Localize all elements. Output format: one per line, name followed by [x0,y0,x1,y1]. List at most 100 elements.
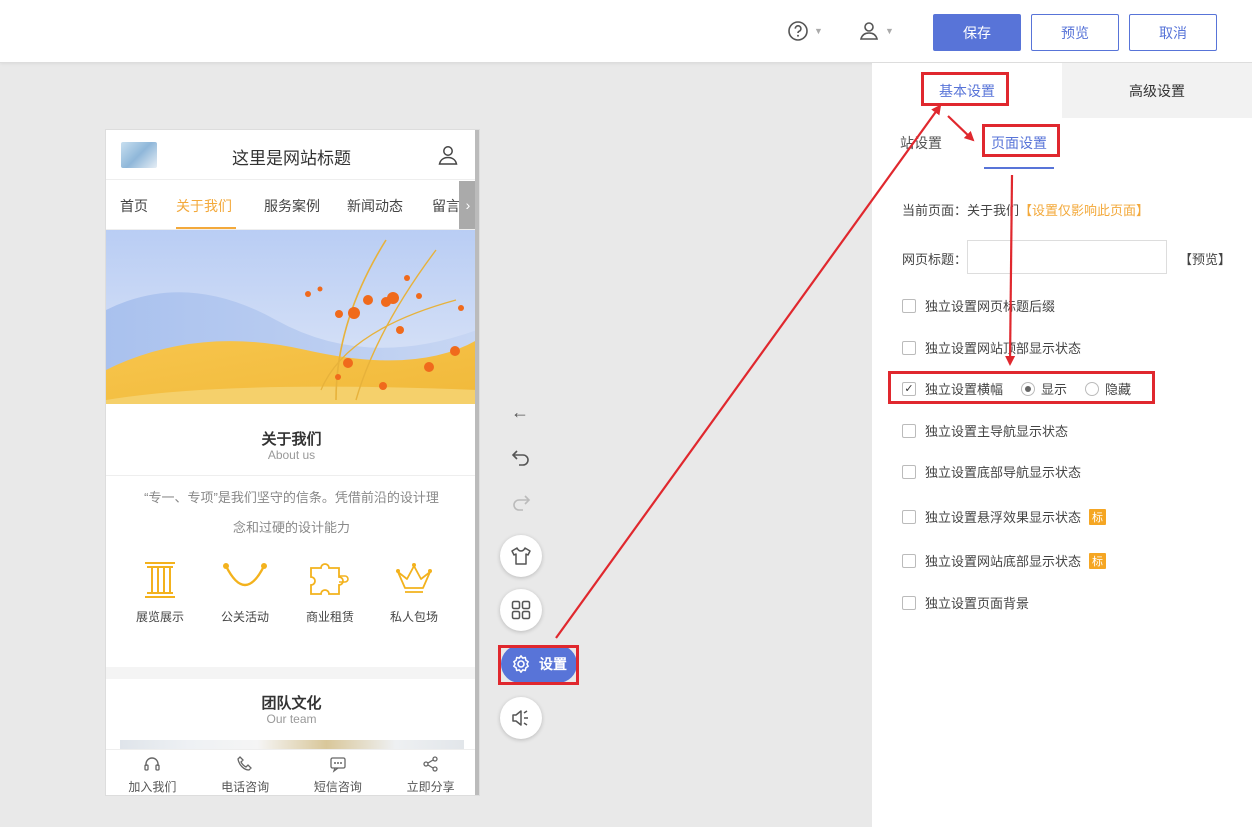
crown-icon [396,563,432,593]
chevron-down-icon: ▼ [885,26,894,36]
page-title-input[interactable] [967,240,1167,274]
site-title: 这里是网站标题 [232,149,351,168]
cancel-button[interactable]: 取消 [1129,14,1217,51]
settings-button[interactable]: 设置 [501,645,577,683]
standard-badge: 标 [1089,552,1107,569]
team-section-subtitle: Our team [266,712,317,726]
footer-sms[interactable]: 短信咨询 [292,750,385,795]
team-section-title: 团队文化 [261,695,322,712]
save-button[interactable]: 保存 [933,14,1021,51]
current-page-note: 【设置仅影响此页面】 [1019,203,1150,218]
tab-basic-settings[interactable]: 基本设置 [872,63,1062,118]
current-page-label: 当前页面：关于我们 [902,203,1020,218]
shirt-icon [511,547,531,565]
gear-icon [513,655,529,673]
option-label: 独立设置主导航显示状态 [925,424,1069,439]
footer-share[interactable]: 立即分享 [384,750,477,795]
checkbox[interactable] [902,595,916,610]
nav-item-cases[interactable]: 服务案例 [264,196,320,216]
footer-label: 加入我们 [128,780,177,794]
radio-show-label: 显示 [1041,382,1068,397]
banner-illustration [106,230,477,404]
checkbox[interactable] [902,464,916,479]
option-top-display[interactable]: 独立设置网站顶部显示状态 [902,338,1081,357]
about-section-title: 关于我们 [261,431,322,448]
radio-hide[interactable] [1085,381,1100,396]
about-text-line: “专一、专项”是我们坚守的信条。凭借前沿的设计理 [144,490,439,505]
checkbox[interactable] [902,509,916,524]
page-title-label: 网页标题： [902,252,968,267]
pillar-icon [145,562,175,598]
checkbox[interactable] [902,553,916,568]
nav-item-about[interactable]: 关于我们 [176,196,232,216]
footer-label: 短信咨询 [313,780,362,794]
site-banner [106,230,477,404]
redo-icon [513,495,531,511]
subtab-site-settings[interactable]: 站设置 [900,133,942,153]
chevron-down-icon: ▼ [814,26,823,36]
checkbox[interactable] [902,298,916,313]
current-page-info: 当前页面：关于我们【设置仅影响此页面】 [902,200,1149,219]
subtab-page-settings[interactable]: 页面设置 [991,133,1047,153]
feature-label: 商业租赁 [305,610,354,624]
feature-commercial-rental[interactable]: 商业租赁 [290,558,370,625]
option-page-background[interactable]: 独立设置页面背景 [902,593,1029,612]
nav-item-home[interactable]: 首页 [120,196,148,216]
preview-scrollbar[interactable] [475,130,479,795]
checkbox[interactable] [902,423,916,438]
about-text-line: 念和过硬的设计能力 [232,520,350,535]
settings-label: 设置 [539,656,567,672]
option-label: 独立设置网页标题后缀 [925,299,1056,314]
preview-button[interactable]: 预览 [1031,14,1119,51]
back-arrow-icon[interactable]: ← [511,402,529,423]
feature-label: 展览展示 [135,610,184,624]
option-main-nav[interactable]: 独立设置主导航显示状态 [902,421,1068,440]
checkbox-checked[interactable]: ✓ [902,381,916,396]
radio-selected-dot [1025,385,1032,392]
footer-label: 立即分享 [406,780,455,794]
page-title-preview-link[interactable]: 【预览】 [1179,249,1231,268]
undo-button[interactable] [511,447,531,472]
nav-item-news[interactable]: 新闻动态 [347,196,403,216]
footer-label: 电话咨询 [221,780,270,794]
subtab-active-indicator [984,167,1054,169]
message-icon [330,757,346,773]
headset-icon [144,757,161,771]
help-menu[interactable]: ▼ [787,20,823,42]
option-site-footer[interactable]: 独立设置网站底部显示状态 标 [902,551,1107,570]
announce-button[interactable] [500,697,542,739]
mobile-preview: 这里是网站标题 首页 关于我们 服务案例 新闻动态 留言板 › 关于我们 Abo… [105,129,480,796]
redo-button[interactable] [511,492,531,517]
option-label: 独立设置页面背景 [925,596,1030,611]
feature-label: 私人包场 [389,610,438,624]
puzzle-icon [310,563,349,595]
option-banner[interactable]: ✓ 独立设置横幅 显示 隐藏 [902,379,1131,398]
share-icon [422,756,438,772]
section-gap [106,667,477,679]
footer-phone[interactable]: 电话咨询 [199,750,292,795]
settings-panel: 基本设置 高级设置 站设置 页面设置 当前页面：关于我们【设置仅影响此页面】 网… [872,63,1252,827]
tab-advanced-settings[interactable]: 高级设置 [1062,63,1252,118]
footer-join-us[interactable]: 加入我们 [106,750,199,795]
about-description: “专一、专项”是我们坚守的信条。凭借前沿的设计理 念和过硬的设计能力 [126,483,457,543]
theme-button[interactable] [500,535,542,577]
user-icon [859,22,879,40]
site-footer-nav: 加入我们 电话咨询 短信咨询 立即分享 [106,749,477,795]
site-user-button[interactable] [437,144,459,169]
modules-button[interactable] [500,589,542,631]
feature-pr-events[interactable]: 公关活动 [205,558,285,625]
feature-exhibition[interactable]: 展览展示 [120,558,200,625]
section-divider [106,475,477,476]
option-label: 独立设置横幅 [925,382,1004,397]
grid-icon [511,600,531,620]
site-nav: 首页 关于我们 服务案例 新闻动态 留言板 › [106,181,477,230]
option-title-suffix[interactable]: 独立设置网页标题后缀 [902,296,1055,315]
feature-private-booking[interactable]: 私人包场 [374,558,454,625]
option-bottom-nav[interactable]: 独立设置底部导航显示状态 [902,462,1081,481]
radio-hide-label: 隐藏 [1105,382,1132,397]
option-label: 独立设置底部导航显示状态 [925,465,1082,480]
option-float-effect[interactable]: 独立设置悬浮效果显示状态 标 [902,507,1107,526]
user-menu[interactable]: ▼ [858,20,894,42]
checkbox[interactable] [902,340,916,355]
radio-show[interactable] [1021,381,1036,396]
